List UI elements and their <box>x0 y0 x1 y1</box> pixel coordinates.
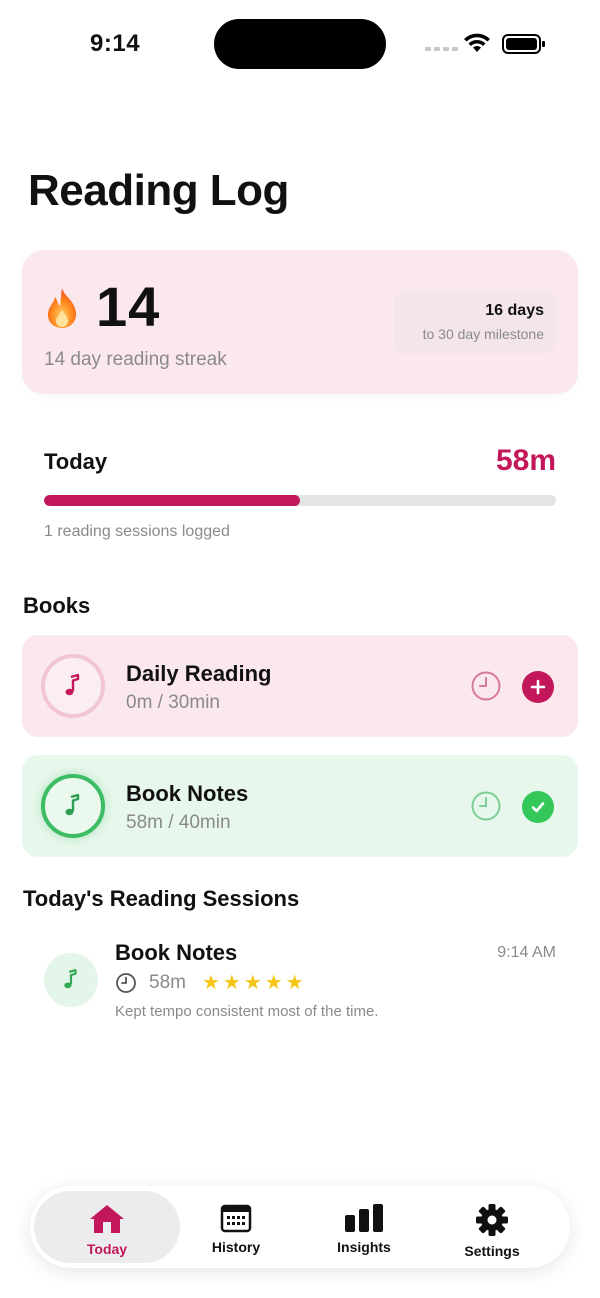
streak-label: 14 day reading streak <box>44 349 227 370</box>
tab-label: Insights <box>337 1239 391 1255</box>
battery-icon <box>502 34 545 54</box>
book-name: Book Notes <box>126 781 249 806</box>
today-minutes: 58m <box>495 444 556 477</box>
status-bar: 9:14 <box>0 0 600 90</box>
tab-history[interactable]: History <box>172 1191 300 1263</box>
tab-label: History <box>211 1239 261 1255</box>
clock-icon[interactable] <box>470 670 502 702</box>
rating-stars: ★ ★ ★ ★ ★ <box>202 973 304 993</box>
music-note-icon <box>64 969 77 989</box>
plus-icon <box>530 679 546 695</box>
session-time: 9:14 AM <box>497 944 556 961</box>
music-note-icon <box>65 794 80 816</box>
star-icon: ★ <box>222 972 241 994</box>
book-card-daily-reading[interactable]: Daily Reading 0m / 30min <box>22 635 578 737</box>
add-session-button[interactable] <box>522 671 554 703</box>
tab-label: Settings <box>464 1243 520 1259</box>
milestone-days: 16 days <box>485 302 544 319</box>
book-progress: 58m / 40min <box>126 812 231 833</box>
session-meta: 58m ★ ★ ★ ★ ★ <box>115 972 304 994</box>
clock-icon <box>116 973 136 993</box>
streak-card: 14 14 day reading streak 16 days to 30 d… <box>22 250 578 394</box>
book-progress-ring <box>41 654 105 718</box>
streak-count: 14 <box>96 275 161 338</box>
tab-label: Today <box>86 1241 128 1257</box>
calendar-icon <box>220 1204 252 1233</box>
session-duration: 58m <box>149 972 186 993</box>
milestone-badge: 16 days to 30 day milestone <box>394 290 556 354</box>
wifi-icon <box>464 33 490 52</box>
today-progress-fill <box>44 495 300 506</box>
home-icon <box>90 1205 124 1233</box>
star-icon: ★ <box>243 972 262 994</box>
clock-icon[interactable] <box>470 790 502 822</box>
gear-icon <box>476 1204 508 1236</box>
today-label: Today <box>44 449 108 474</box>
signal-icon <box>425 47 458 51</box>
flame-icon <box>47 288 77 328</box>
star-icon: ★ <box>201 972 220 994</box>
checkmark-icon <box>531 802 545 813</box>
session-book-name: Book Notes <box>115 940 238 965</box>
session-note: Kept tempo consistent most of the time. <box>115 1003 379 1020</box>
tab-bar: Today History Insights Settings <box>30 1186 570 1268</box>
music-note-icon <box>65 674 80 696</box>
tab-insights[interactable]: Insights <box>300 1191 428 1263</box>
milestone-subtitle: to 30 day milestone <box>422 326 544 342</box>
book-progress: 0m / 30min <box>126 692 220 713</box>
book-name: Daily Reading <box>126 661 272 686</box>
book-card-book-notes[interactable]: Book Notes 58m / 40min <box>22 755 578 857</box>
completed-button[interactable] <box>522 791 554 823</box>
tab-today[interactable]: Today <box>34 1191 180 1263</box>
bar-chart-icon <box>345 1204 383 1232</box>
star-icon: ★ <box>264 972 283 994</box>
tab-settings[interactable]: Settings <box>428 1191 556 1263</box>
dynamic-island <box>214 19 386 69</box>
status-time: 9:14 <box>90 30 141 57</box>
books-section-title: Books <box>23 593 91 618</box>
sessions-logged-count: 1 reading sessions logged <box>44 523 230 540</box>
today-progress-bar <box>44 495 556 506</box>
book-progress-ring <box>41 774 105 838</box>
star-icon: ★ <box>285 972 304 994</box>
session-avatar <box>44 953 98 1007</box>
page-title: Reading Log <box>28 166 289 215</box>
sessions-section-title: Today's Reading Sessions <box>23 886 300 911</box>
